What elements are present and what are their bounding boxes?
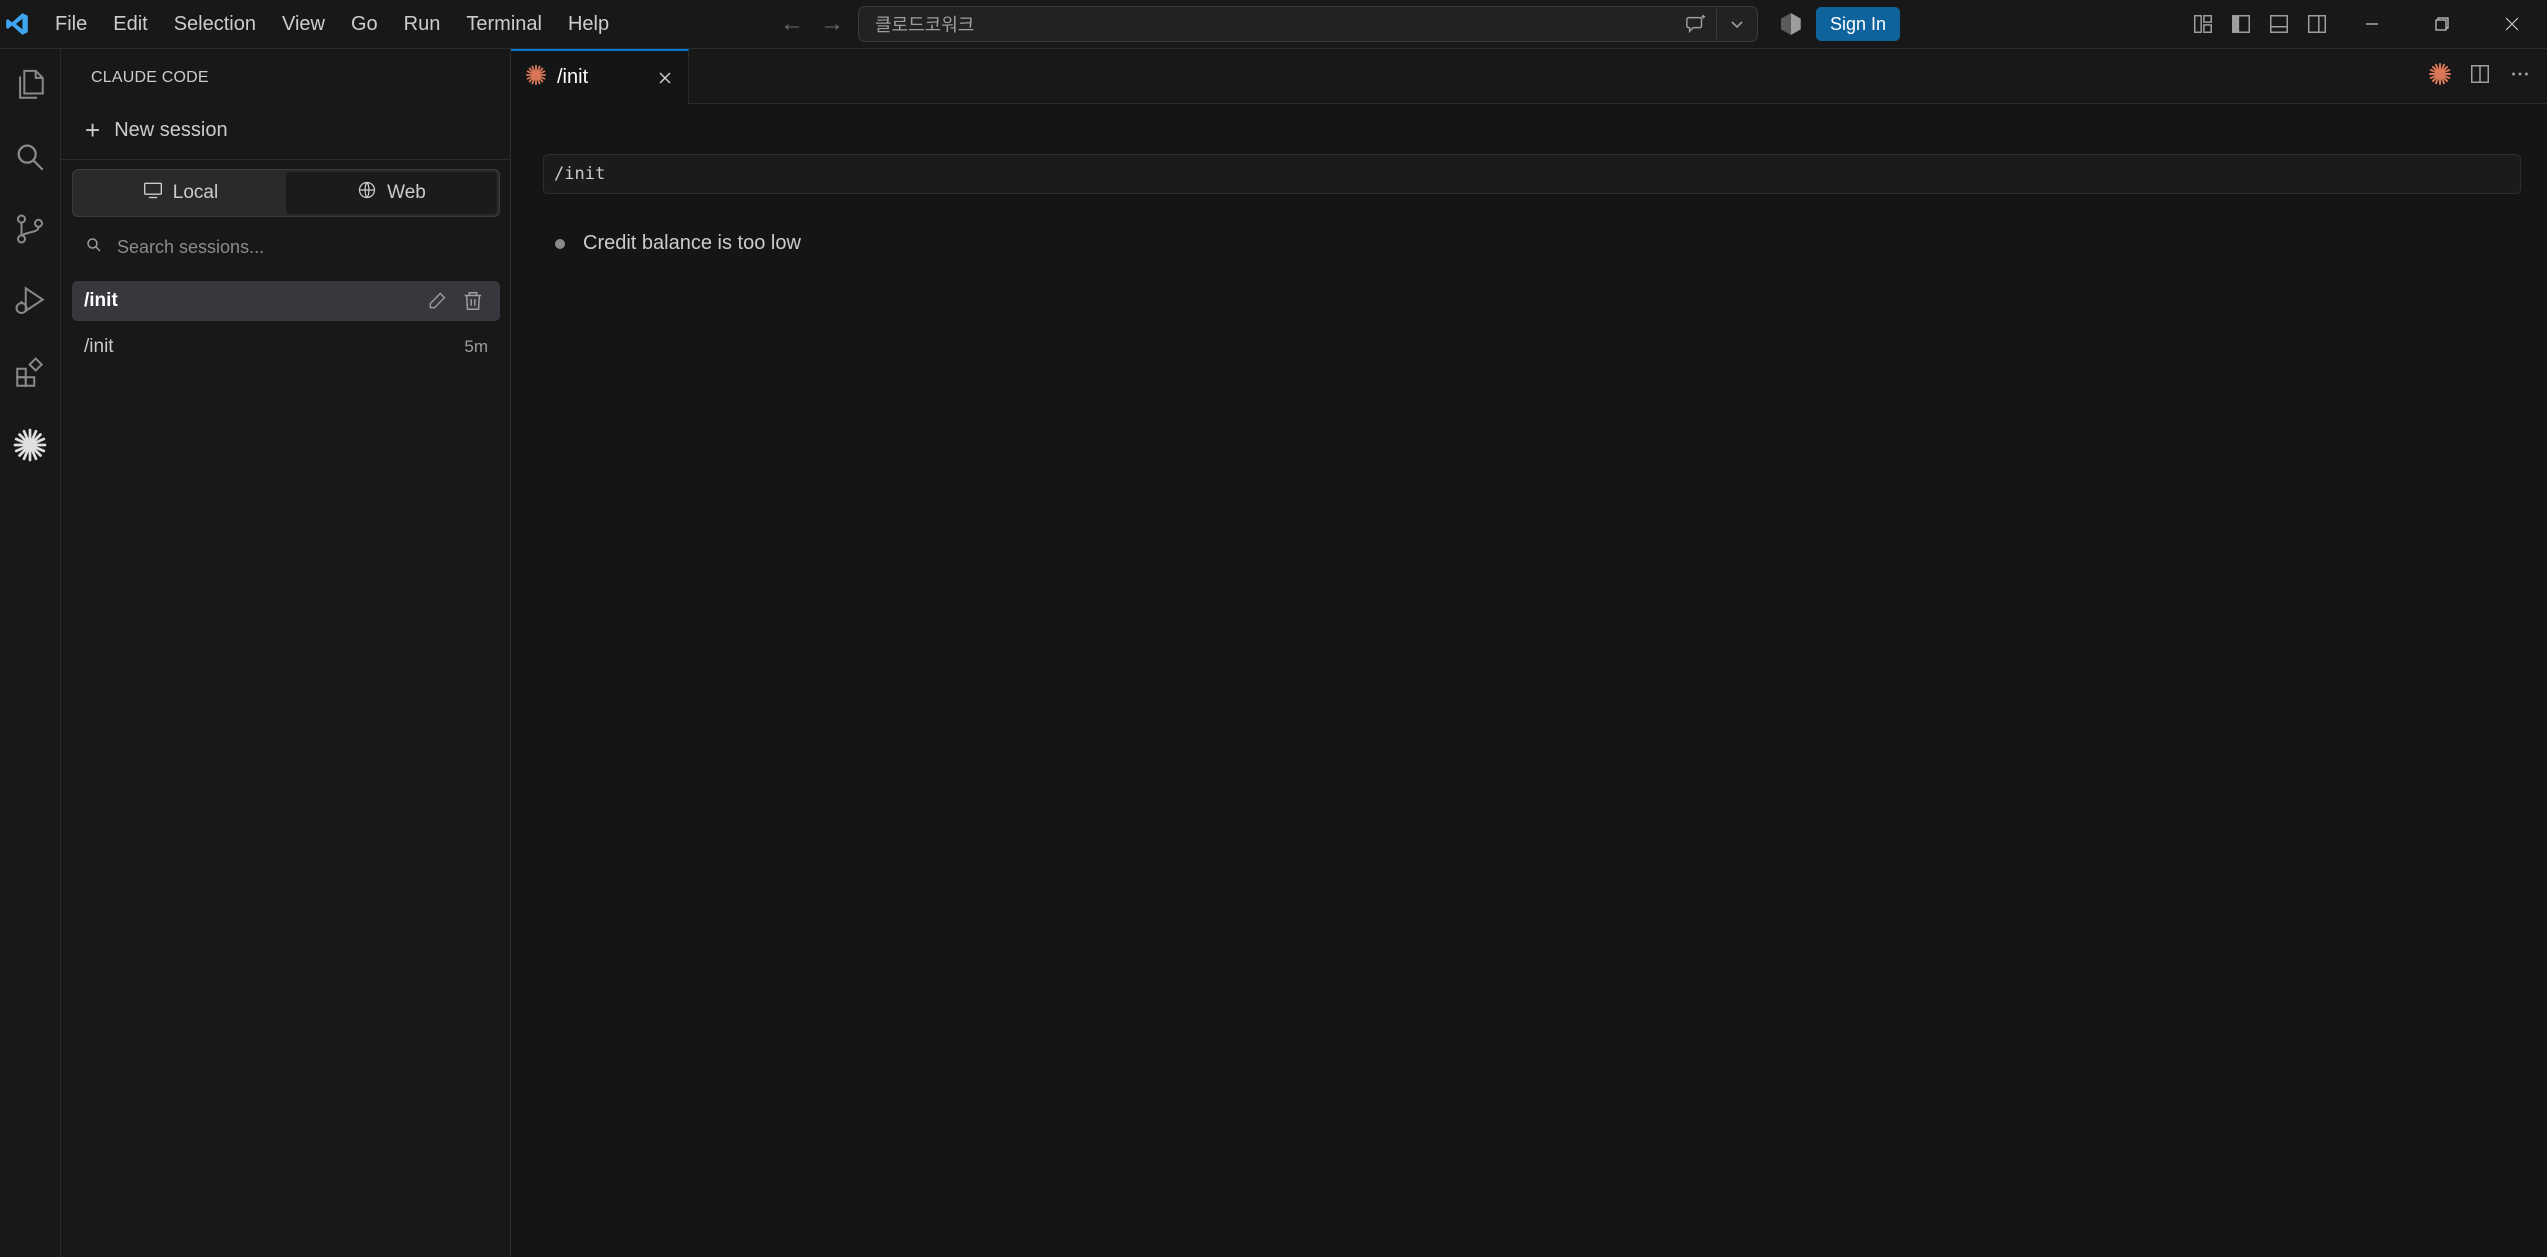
chevron-down-icon[interactable] [1717, 7, 1757, 41]
sign-in-button[interactable]: Sign In [1816, 7, 1901, 41]
copilot-icon[interactable] [1778, 11, 1804, 37]
search-icon [85, 236, 103, 259]
split-editor-icon[interactable] [2467, 61, 2493, 87]
command-center-search[interactable]: 클로드코워크 [858, 6, 1758, 42]
session-label: /init [84, 290, 118, 311]
back-arrow-icon[interactable]: ← [780, 10, 804, 38]
source-control-icon[interactable] [0, 193, 60, 265]
tab-bar: /init [511, 49, 2547, 104]
local-mode-button[interactable]: Local [75, 172, 286, 214]
explorer-files-icon[interactable] [0, 49, 60, 121]
claude-action-icon[interactable] [2427, 61, 2453, 87]
more-actions-icon[interactable] [2507, 61, 2533, 87]
menu-file[interactable]: File [42, 0, 100, 48]
title-bar: File Edit Selection View Go Run Terminal… [0, 0, 2547, 49]
sidebar-title: CLAUDE CODE [91, 69, 209, 86]
toggle-primary-sidebar-icon[interactable] [2228, 11, 2254, 37]
session-search [85, 229, 495, 265]
menu-edit[interactable]: Edit [100, 0, 160, 48]
message-text: Credit balance is too low [583, 232, 801, 254]
navigation-arrows: ← → [780, 0, 844, 48]
menu-run[interactable]: Run [391, 0, 454, 48]
user-prompt-box: /init [543, 154, 2521, 194]
session-item[interactable]: /init 5m [72, 327, 500, 367]
session-time: 5m [464, 337, 488, 356]
menu-help[interactable]: Help [555, 0, 622, 48]
mode-toggle: Local Web [72, 169, 500, 217]
local-mode-label: Local [172, 182, 219, 203]
run-debug-icon[interactable] [0, 265, 60, 337]
layout-controls [2190, 0, 2330, 48]
toggle-panel-icon[interactable] [2266, 11, 2292, 37]
web-mode-label: Web [387, 182, 426, 203]
extensions-icon[interactable] [0, 337, 60, 409]
web-mode-button[interactable]: Web [286, 172, 497, 214]
menu-go[interactable]: Go [338, 0, 391, 48]
vscode-logo-icon [2, 9, 32, 39]
editor-area: /init /init Credit balance is too low [511, 49, 2547, 1257]
sidebar-divider [61, 159, 510, 160]
close-tab-icon[interactable] [650, 63, 680, 93]
menu-selection[interactable]: Selection [161, 0, 269, 48]
plus-icon: + [85, 115, 101, 145]
message-bullet-icon [555, 238, 565, 249]
globe-icon [357, 180, 377, 206]
session-item[interactable]: /init [72, 281, 500, 321]
tab-label: /init [557, 66, 589, 88]
search-sessions-input[interactable] [115, 235, 479, 259]
claude-code-sidebar: CLAUDE CODE + New session Local Web /ini… [61, 49, 511, 1257]
forward-arrow-icon[interactable]: → [820, 10, 844, 38]
claude-tab-icon [525, 64, 547, 91]
new-session-button[interactable]: + New session [85, 115, 228, 145]
search-icon[interactable] [0, 121, 60, 193]
session-label: /init [84, 336, 114, 357]
restore-icon[interactable] [2407, 0, 2477, 48]
rename-pencil-icon[interactable] [422, 286, 452, 316]
customize-layout-icon[interactable] [2190, 11, 2216, 37]
minimize-icon[interactable] [2337, 0, 2407, 48]
editor-actions [2427, 61, 2533, 87]
toggle-secondary-sidebar-icon[interactable] [2304, 11, 2330, 37]
command-center-text: 클로드코워크 [875, 15, 975, 35]
tab-init[interactable]: /init [511, 49, 689, 104]
delete-trash-icon[interactable] [458, 286, 488, 316]
close-window-icon[interactable] [2477, 0, 2547, 48]
menu-terminal[interactable]: Terminal [453, 0, 555, 48]
monitor-icon [143, 181, 163, 205]
window-controls [2337, 0, 2547, 48]
claude-code-icon[interactable] [0, 409, 60, 481]
menu-view[interactable]: View [269, 0, 338, 48]
chat-sparkle-icon[interactable] [1676, 7, 1716, 41]
new-session-label: New session [114, 118, 228, 141]
assistant-message: Credit balance is too low [555, 232, 801, 255]
menu-bar: File Edit Selection View Go Run Terminal… [42, 0, 622, 48]
activity-bar [0, 49, 61, 1257]
